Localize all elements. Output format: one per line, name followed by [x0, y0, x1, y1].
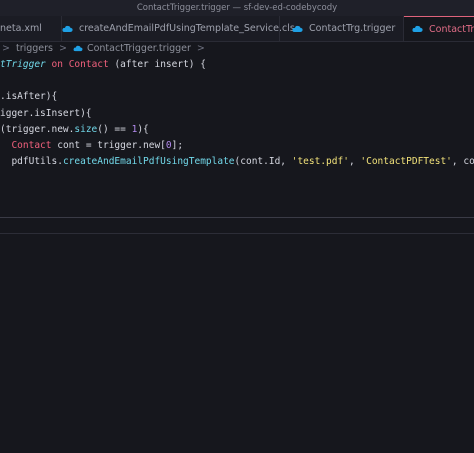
- window-titlebar: ContactTrigger.trigger — sf-dev-ed-codeb…: [0, 0, 474, 16]
- salesforce-cloud-icon: [412, 25, 423, 32]
- breadcrumb-separator: >: [2, 43, 10, 54]
- window-title: ContactTrigger.trigger — sf-dev-ed-codeb…: [136, 3, 338, 13]
- code-line: Contact cont = trigger.new[0];: [11, 139, 184, 151]
- tab-contacttrg-trigger[interactable]: ContactTrg.trigger: [280, 16, 404, 41]
- tab-label: ContactTrg.trigger: [309, 23, 396, 34]
- tab-meta-xml[interactable]: neta.xml: [0, 16, 62, 41]
- code-line: igger.isInsert){: [0, 107, 92, 119]
- tab-label: ContactTrigg: [429, 23, 474, 35]
- breadcrumb-separator: >: [59, 43, 67, 54]
- code-line: tTrigger on Contact (after insert) {: [0, 59, 206, 70]
- breadcrumb: > triggers > ContactTrigger.trigger >: [0, 42, 474, 55]
- code-line: pdfUtils.createAndEmailPdfUsingTemplate(…: [11, 156, 474, 168]
- panel-divider: [0, 217, 474, 218]
- code-line: .isAfter){: [0, 91, 58, 103]
- breadcrumb-item-triggers[interactable]: triggers: [16, 43, 53, 54]
- salesforce-cloud-icon: [292, 25, 303, 32]
- tab-label: createAndEmailPdfUsingTemplate_Service.c…: [79, 23, 295, 34]
- salesforce-cloud-icon: [62, 25, 73, 32]
- tab-contacttrigger-active[interactable]: ContactTrigg: [404, 16, 474, 41]
- code-line: (trigger.new.size() == 1){: [0, 123, 149, 135]
- salesforce-cloud-icon: [73, 45, 83, 52]
- tab-bar: neta.xml createAndEmailPdfUsingTemplate_…: [0, 16, 474, 42]
- tab-label: neta.xml: [0, 23, 42, 34]
- editor-window: ContactTrigger.trigger — sf-dev-ed-codeb…: [0, 0, 474, 453]
- code-editor[interactable]: tTrigger on Contact (after insert) { .is…: [0, 57, 474, 170]
- breadcrumb-item-file[interactable]: ContactTrigger.trigger: [87, 43, 191, 54]
- breadcrumb-separator: >: [196, 43, 205, 54]
- tab-service-cls[interactable]: createAndEmailPdfUsingTemplate_Service.c…: [62, 16, 295, 41]
- panel-divider: [0, 233, 474, 234]
